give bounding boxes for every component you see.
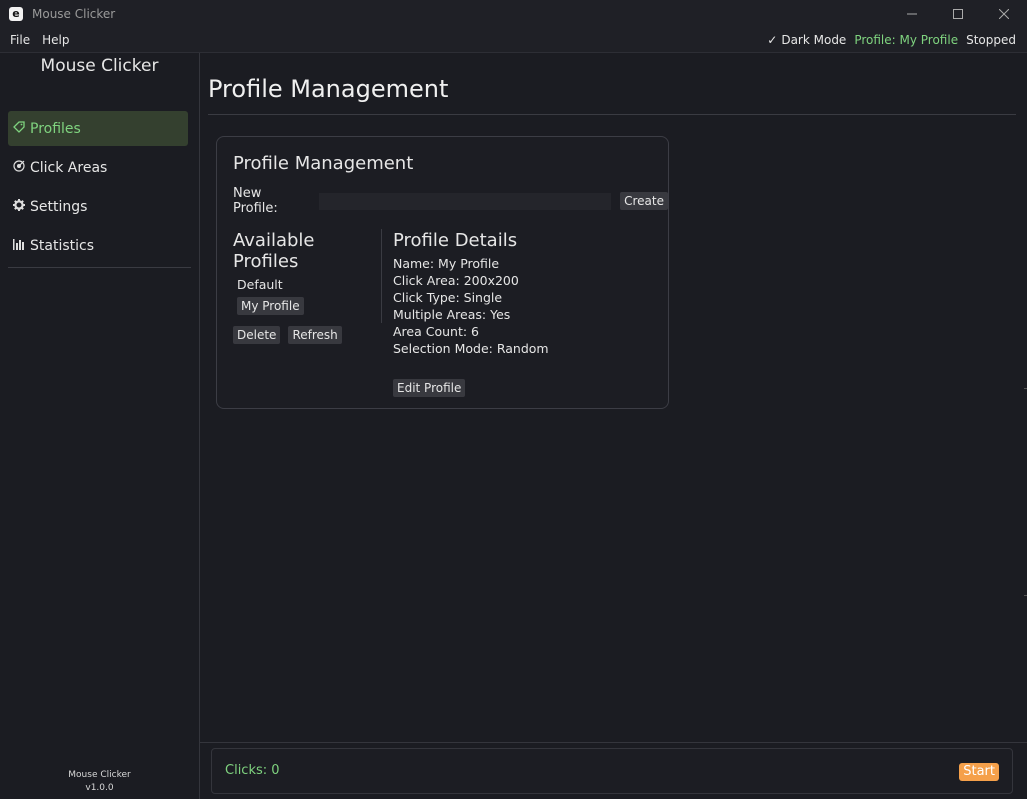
sidebar-title: Mouse Clicker — [40, 56, 159, 76]
new-profile-row: New Profile: Create — [233, 186, 668, 216]
menu-help[interactable]: Help — [32, 33, 69, 47]
detail-multiple-areas: Multiple Areas: Yes — [393, 307, 511, 322]
menu-file[interactable]: File — [0, 33, 30, 47]
detail-name: Name: My Profile — [393, 256, 500, 271]
profile-management-card: Profile Management New Profile: Create A… — [216, 136, 669, 409]
sidebar-nav: Profiles Click Areas Settings Statistics — [0, 111, 199, 263]
new-profile-input[interactable] — [319, 192, 612, 210]
refresh-button[interactable]: Refresh — [288, 326, 342, 344]
sidebar-item-label: Click Areas — [30, 159, 108, 176]
profile-actions: Delete Refresh — [233, 326, 380, 344]
window-controls — [889, 0, 1027, 28]
delete-button[interactable]: Delete — [233, 326, 281, 344]
footer-divider — [200, 742, 1027, 743]
status-area: ✓ Dark Mode Profile: My Profile Stopped — [767, 28, 1016, 52]
new-profile-label: New Profile: — [233, 186, 278, 216]
profile-details-title: Profile Details — [393, 230, 518, 251]
sidebar-item-label: Settings — [30, 198, 88, 215]
title-divider — [208, 114, 1016, 115]
dark-mode-toggle[interactable]: ✓ Dark Mode — [767, 33, 846, 47]
page-title: Profile Management — [208, 75, 449, 103]
title-bar: e Mouse Clicker — [0, 0, 1027, 28]
sidebar-item-profiles[interactable]: Profiles — [8, 111, 188, 146]
detail-click-area: Click Area: 200x200 — [393, 273, 519, 288]
click-counter: Clicks: 0 — [225, 763, 280, 778]
sidebar-item-label: Profiles — [30, 120, 81, 137]
profile-item-my-profile[interactable]: My Profile — [233, 297, 380, 315]
maximize-icon[interactable] — [935, 0, 981, 28]
target-icon — [12, 160, 26, 175]
window-title: Mouse Clicker — [32, 7, 116, 21]
edit-profile-button[interactable]: Edit Profile — [393, 379, 466, 397]
main-content: Profile Management Profile Management Ne… — [200, 53, 1027, 743]
profile-list: Default My Profile — [233, 276, 380, 315]
close-icon[interactable] — [981, 0, 1027, 28]
available-profiles-title: Available Profiles — [233, 230, 315, 272]
create-button[interactable]: Create — [620, 192, 668, 210]
sidebar-footer: Mouse Clicker v1.0.0 — [0, 769, 199, 795]
sidebar-divider — [8, 267, 191, 268]
profile-item-default[interactable]: Default — [233, 276, 380, 293]
minimize-icon[interactable] — [889, 0, 935, 28]
available-profiles-section: Available Profiles Default My Profile De… — [233, 230, 380, 344]
tag-icon — [12, 121, 26, 136]
run-status: Stopped — [966, 33, 1016, 47]
footer-version: v1.0.0 — [85, 783, 114, 793]
dark-mode-label: Dark Mode — [781, 33, 847, 47]
footer-app-name: Mouse Clicker — [68, 770, 131, 780]
bar-chart-icon — [12, 238, 26, 253]
start-button[interactable]: Start — [959, 763, 999, 781]
detail-click-type: Click Type: Single — [393, 290, 503, 305]
profile-details-list: Name: My Profile Click Area: 200x200 Cli… — [393, 255, 653, 357]
checkmark-icon: ✓ — [767, 33, 778, 47]
sidebar-item-click-areas[interactable]: Click Areas — [8, 150, 188, 185]
menu-bar: File Help ✓ Dark Mode Profile: My Profile… — [0, 28, 1027, 53]
profile-details-section: Profile Details Name: My Profile Click A… — [393, 230, 653, 397]
sidebar-item-label: Statistics — [30, 237, 94, 254]
profile-item-label: My Profile — [237, 297, 304, 315]
sidebar: Mouse Clicker Profiles Click Areas Setti… — [0, 53, 200, 799]
app-icon: e — [9, 7, 23, 21]
column-divider — [381, 229, 382, 323]
card-title: Profile Management — [233, 153, 414, 174]
sidebar-item-settings[interactable]: Settings — [8, 189, 188, 224]
bottom-status-panel: Clicks: 0 Start — [211, 748, 1013, 794]
current-profile-status: Profile: My Profile — [854, 33, 959, 47]
detail-area-count: Area Count: 6 — [393, 324, 479, 339]
sidebar-item-statistics[interactable]: Statistics — [8, 228, 188, 263]
detail-selection-mode: Selection Mode: Random — [393, 341, 549, 356]
gear-icon — [12, 199, 26, 214]
